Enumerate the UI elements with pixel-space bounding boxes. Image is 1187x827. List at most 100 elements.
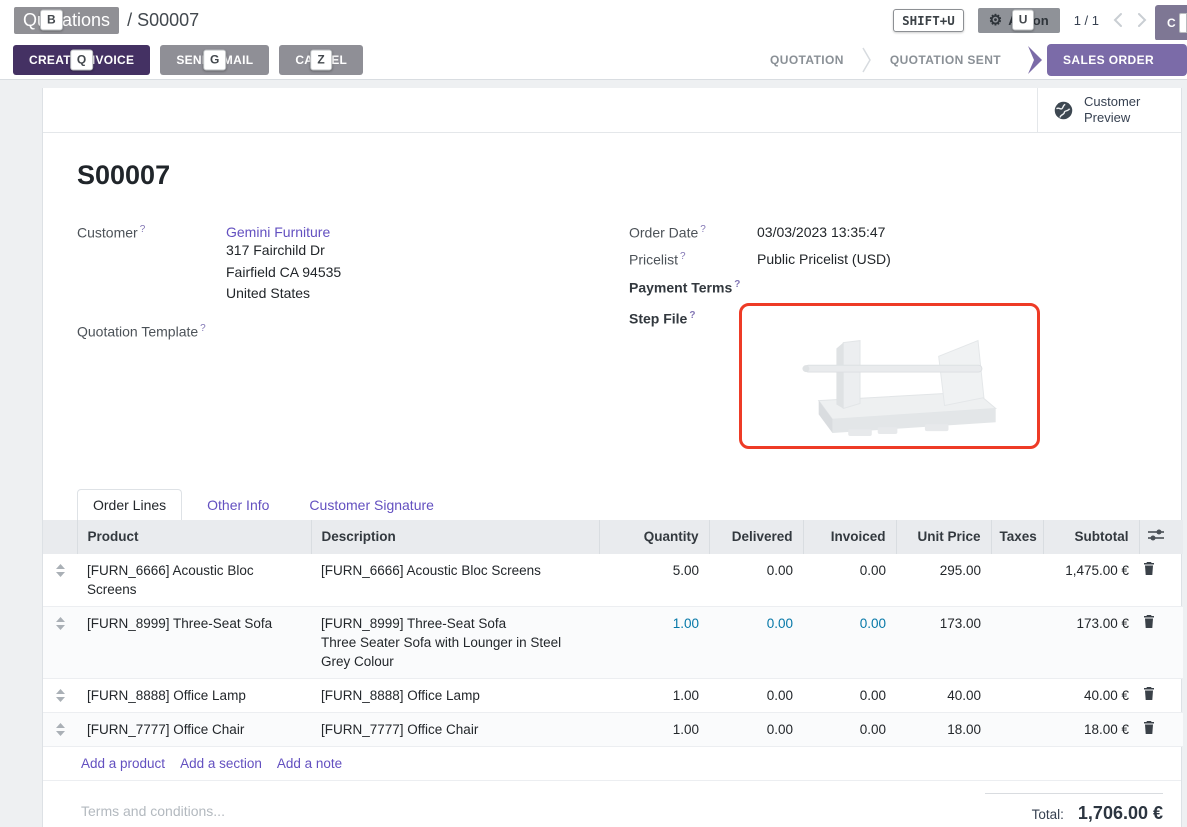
help-icon[interactable]: ? [140,224,146,235]
tab-customer-signature[interactable]: Customer Signature [294,490,449,520]
taxes-cell[interactable] [991,678,1043,712]
delete-row-icon[interactable] [1139,606,1183,678]
stage-quotation[interactable]: QUOTATION [752,53,862,67]
help-icon[interactable]: ? [734,279,740,290]
order-date-label: Order Date? [629,224,757,241]
breadcrumb-current: S00007 [137,10,199,30]
drag-handle-icon[interactable] [43,606,77,678]
drag-handle-icon[interactable] [43,712,77,746]
product-cell[interactable]: [FURN_8999] Three-Seat Sofa [77,606,311,678]
delete-row-icon[interactable] [1139,678,1183,712]
taxes-cell[interactable] [991,712,1043,746]
table-row: [FURN_8999] Three-Seat Sofa [FURN_8999] … [43,606,1183,678]
column-header-product: Product [77,520,311,554]
delete-row-icon[interactable] [1139,712,1183,746]
description-cell[interactable]: [FURN_7777] Office Chair [311,712,599,746]
product-cell[interactable]: [FURN_7777] Office Chair [77,712,311,746]
quotation-template-field[interactable]: Quotation Template? [77,323,629,340]
table-row: [FURN_7777] Office Chair [FURN_7777] Off… [43,712,1183,746]
keyboard-hint-partial [1179,13,1187,33]
unit-price-cell[interactable]: 173.00 [896,606,991,678]
keyboard-hint-action: U [1012,10,1035,31]
description-cell[interactable]: [FURN_8888] Office Lamp [311,678,599,712]
unit-price-cell[interactable]: 18.00 [896,712,991,746]
optional-columns-toggle[interactable] [1139,520,1183,554]
product-cell[interactable]: [FURN_8888] Office Lamp [77,678,311,712]
quantity-cell[interactable]: 1.00 [599,712,709,746]
taxes-cell[interactable] [991,554,1043,607]
product-cell[interactable]: [FURN_6666] Acoustic Bloc Screens [77,554,311,607]
delivered-cell[interactable]: 0.00 [709,712,803,746]
help-icon[interactable]: ? [200,323,206,334]
invoiced-cell[interactable]: 0.00 [803,554,896,607]
add-product-link[interactable]: Add a product [81,756,165,771]
subtotal-cell: 40.00 € [1043,678,1139,712]
breadcrumb-parent-label: Quotations [23,10,110,30]
pricelist-value[interactable]: Public Pricelist (USD) [757,251,891,268]
description-cell[interactable]: [FURN_6666] Acoustic Bloc Screens [311,554,599,607]
description-cell[interactable]: [FURN_8999] Three-Seat Sofa Three Seater… [311,606,599,678]
column-header-subtotal: Subtotal [1043,520,1139,554]
customer-address-line: 317 Fairchild Dr [226,240,341,262]
invoiced-cell[interactable]: 0.00 [803,606,896,678]
order-total: Total: 1,706.00 € [985,793,1163,824]
pager: 1 / 1 [1074,13,1099,28]
order-date-value[interactable]: 03/03/2023 13:35:47 [757,224,885,241]
field-column-left: Customer? Gemini Furniture 317 Fairchild… [77,224,629,459]
invoiced-cell[interactable]: 0.00 [803,712,896,746]
breadcrumb-parent[interactable]: Quotations B [14,7,119,34]
unit-price-cell[interactable]: 295.00 [896,554,991,607]
subtotal-cell: 1,475.00 € [1043,554,1139,607]
sheet-footer: Terms and conditions... Total: 1,706.00 … [43,781,1181,824]
create-button-partial[interactable]: C [1155,5,1187,41]
quantity-cell[interactable]: 1.00 [599,678,709,712]
add-section-link[interactable]: Add a section [180,756,262,771]
delivered-cell[interactable]: 0.00 [709,678,803,712]
terms-placeholder[interactable]: Terms and conditions... [81,803,225,824]
stage-quotation-sent[interactable]: QUOTATION SENT [872,53,1019,67]
payment-terms-field: Payment Terms? [629,279,1181,296]
quantity-cell[interactable]: 1.00 [599,606,709,678]
drag-handle-icon[interactable] [43,678,77,712]
column-header-taxes: Taxes [991,520,1043,554]
delivered-cell[interactable]: 0.00 [709,606,803,678]
step-file-field: Step File? [629,310,1181,449]
delete-row-icon[interactable] [1139,554,1183,607]
send-email-button[interactable]: SEND EMAIL G [160,45,269,75]
create-invoice-button[interactable]: CREATE INVOICE Q [13,45,150,75]
pager-previous-icon[interactable] [1113,12,1123,28]
cancel-button[interactable]: CANCEL Z [279,45,363,75]
step-file-preview[interactable] [739,303,1040,449]
sheet-top-strip: Customer Preview [43,88,1181,133]
stage-sales-order[interactable]: SALES ORDER [1027,44,1187,76]
subtotal-cell: 18.00 € [1043,712,1139,746]
add-note-link[interactable]: Add a note [277,756,342,771]
tab-other-info[interactable]: Other Info [192,490,284,520]
payment-terms-label: Payment Terms? [629,279,757,296]
help-icon[interactable]: ? [700,224,706,235]
keyboard-hint-send-email: G [203,49,227,70]
keyboard-hint-breadcrumb: B [40,10,63,31]
field-groups: Customer? Gemini Furniture 317 Fairchild… [77,224,1181,459]
taxes-cell[interactable] [991,606,1043,678]
drag-handle-icon[interactable] [43,554,77,607]
keyboard-hint-cancel: Z [310,49,332,70]
customer-preview-button[interactable]: Customer Preview [1037,88,1181,132]
keyboard-hint-shift-u: SHIFT+U [893,9,964,32]
pricelist-label: Pricelist? [629,251,757,268]
tab-order-lines[interactable]: Order Lines [77,489,182,520]
unit-price-cell[interactable]: 40.00 [896,678,991,712]
table-header-row: Product Description Quantity Delivered I… [43,520,1183,554]
help-icon[interactable]: ? [680,251,686,262]
help-icon[interactable]: ? [689,310,695,321]
quantity-cell[interactable]: 5.00 [599,554,709,607]
column-header-delivered: Delivered [709,520,803,554]
action-button[interactable]: ⚙ Action U [978,8,1060,33]
stage-sales-order-label: SALES ORDER [1047,44,1187,76]
customer-link[interactable]: Gemini Furniture [226,224,330,240]
delivered-cell[interactable]: 0.00 [709,554,803,607]
pager-next-icon[interactable] [1137,12,1147,28]
create-button-partial-label: C [1167,16,1176,30]
invoiced-cell[interactable]: 0.00 [803,678,896,712]
notebook-tabs: Order Lines Other Info Customer Signatur… [43,489,1181,520]
